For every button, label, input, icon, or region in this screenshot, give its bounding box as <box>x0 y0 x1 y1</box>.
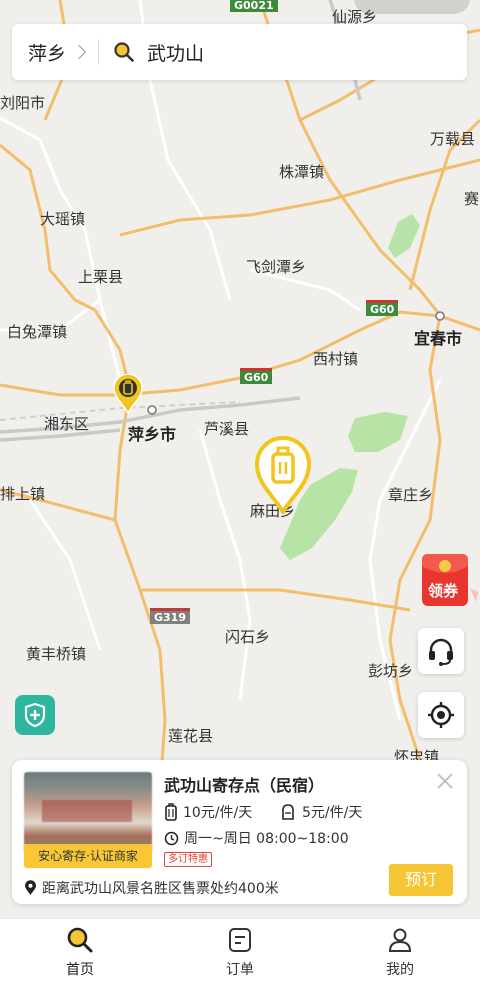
shield-plus-icon <box>24 702 46 728</box>
customer-service-button[interactable] <box>418 628 464 674</box>
map-label-sai: 赛 <box>464 190 480 208</box>
search-divider <box>98 39 100 65</box>
map-label-wanzai: 万载县 <box>430 130 476 148</box>
storage-pin-selected[interactable] <box>254 436 312 514</box>
map-label-liuyang: 刘阳市 <box>0 94 46 112</box>
opening-hours: 周一~周日 08:00~18:00 <box>164 828 349 848</box>
nav-item-profile[interactable]: 我的 <box>320 919 480 984</box>
search-bar: 萍乡 武功山 <box>12 24 467 80</box>
certified-merchant-badge: 安心寄存·认证商家 <box>24 844 152 868</box>
map-label-shangli: 上栗县 <box>78 268 124 286</box>
city-name: 萍乡 <box>28 42 67 65</box>
distance-info: 距离武功山风景名胜区售票处约400米 <box>24 878 279 898</box>
map-label-baitutan: 白兔潭镇 <box>7 323 68 341</box>
map-label-zhangzhuang: 章庄乡 <box>388 486 434 504</box>
store-photo <box>24 772 152 854</box>
nav-label-orders: 订单 <box>226 962 254 978</box>
map-label-pengfang: 彭坊乡 <box>368 662 414 680</box>
city-selector[interactable]: 萍乡 <box>12 24 87 80</box>
price-small-luggage: 5元/件/天 <box>280 802 362 822</box>
distance-text: 距离武功山风景名胜区售票处约400米 <box>42 881 279 897</box>
clock-icon <box>164 831 179 845</box>
search-icon <box>67 927 93 953</box>
profile-icon <box>388 928 412 952</box>
map-label-lianhua: 莲花县 <box>168 727 214 745</box>
promo-tag: 多订特惠 <box>164 852 212 867</box>
store-name: 武功山寄存点（民宿） <box>164 776 325 795</box>
price-large-luggage: 10元/件/天 <box>164 802 252 822</box>
opening-hours-text: 周一~周日 08:00~18:00 <box>184 831 349 847</box>
app-root: 刘阳市 万载县 株潭镇 赛 大瑶镇 飞剑潭乡 上栗县 白兔潭镇 西村镇 宜春市 … <box>0 0 480 984</box>
safety-button[interactable] <box>15 695 55 735</box>
map-label-luxi: 芦溪县 <box>204 420 250 438</box>
map-label-feijiantan: 飞剑潭乡 <box>246 258 307 276</box>
nav-item-orders[interactable]: 订单 <box>160 919 320 984</box>
map-label-xiangdong: 湘东区 <box>44 415 90 433</box>
highway-shield-g0021: G0021 <box>230 0 278 12</box>
map-label-xicun: 西村镇 <box>313 350 359 368</box>
search-input[interactable]: 武功山 <box>147 39 204 66</box>
bottom-nav: 首页 订单 我的 <box>0 918 480 984</box>
price-large-text: 10元/件/天 <box>183 805 253 821</box>
map-label-dayao: 大瑶镇 <box>40 210 86 228</box>
nav-label-home: 首页 <box>66 962 94 978</box>
nav-item-home[interactable]: 首页 <box>0 919 160 984</box>
storage-pin-small[interactable] <box>113 374 143 414</box>
map-label-pingxiang: 萍乡市 <box>128 425 177 444</box>
coupon-label: 领券 <box>428 582 459 600</box>
book-button[interactable]: 预订 <box>389 864 453 896</box>
map-label-zhutan: 株潭镇 <box>279 163 325 181</box>
highway-shield-g319: G319 <box>150 608 190 624</box>
map-label-yichun: 宜春市 <box>414 329 463 348</box>
order-icon <box>229 928 251 952</box>
highway-shield-g60-east: G60 <box>366 300 399 316</box>
highway-shield-g60-center: G60 <box>240 368 273 384</box>
bag-small-icon <box>282 804 294 820</box>
nav-label-profile: 我的 <box>386 962 414 978</box>
location-pin-icon <box>25 880 36 895</box>
map-label-shanshi: 闪石乡 <box>225 628 271 646</box>
close-icon[interactable] <box>436 772 454 790</box>
suitcase-large-icon <box>165 803 177 821</box>
price-small-text: 5元/件/天 <box>302 805 363 821</box>
store-card[interactable]: 安心寄存·认证商家 武功山寄存点（民宿） 10元/件/天 5元/件/天 周一~周… <box>12 760 467 904</box>
map-label-huangfengqiao: 黄丰桥镇 <box>26 645 87 663</box>
headset-icon <box>429 638 453 666</box>
chevron-right-icon <box>71 44 87 60</box>
search-icon <box>114 42 134 62</box>
map-label-paishang: 排上镇 <box>0 485 46 503</box>
locate-button[interactable] <box>418 692 464 738</box>
locate-icon <box>428 702 454 728</box>
coupon-button[interactable]: 领券 <box>418 552 480 608</box>
